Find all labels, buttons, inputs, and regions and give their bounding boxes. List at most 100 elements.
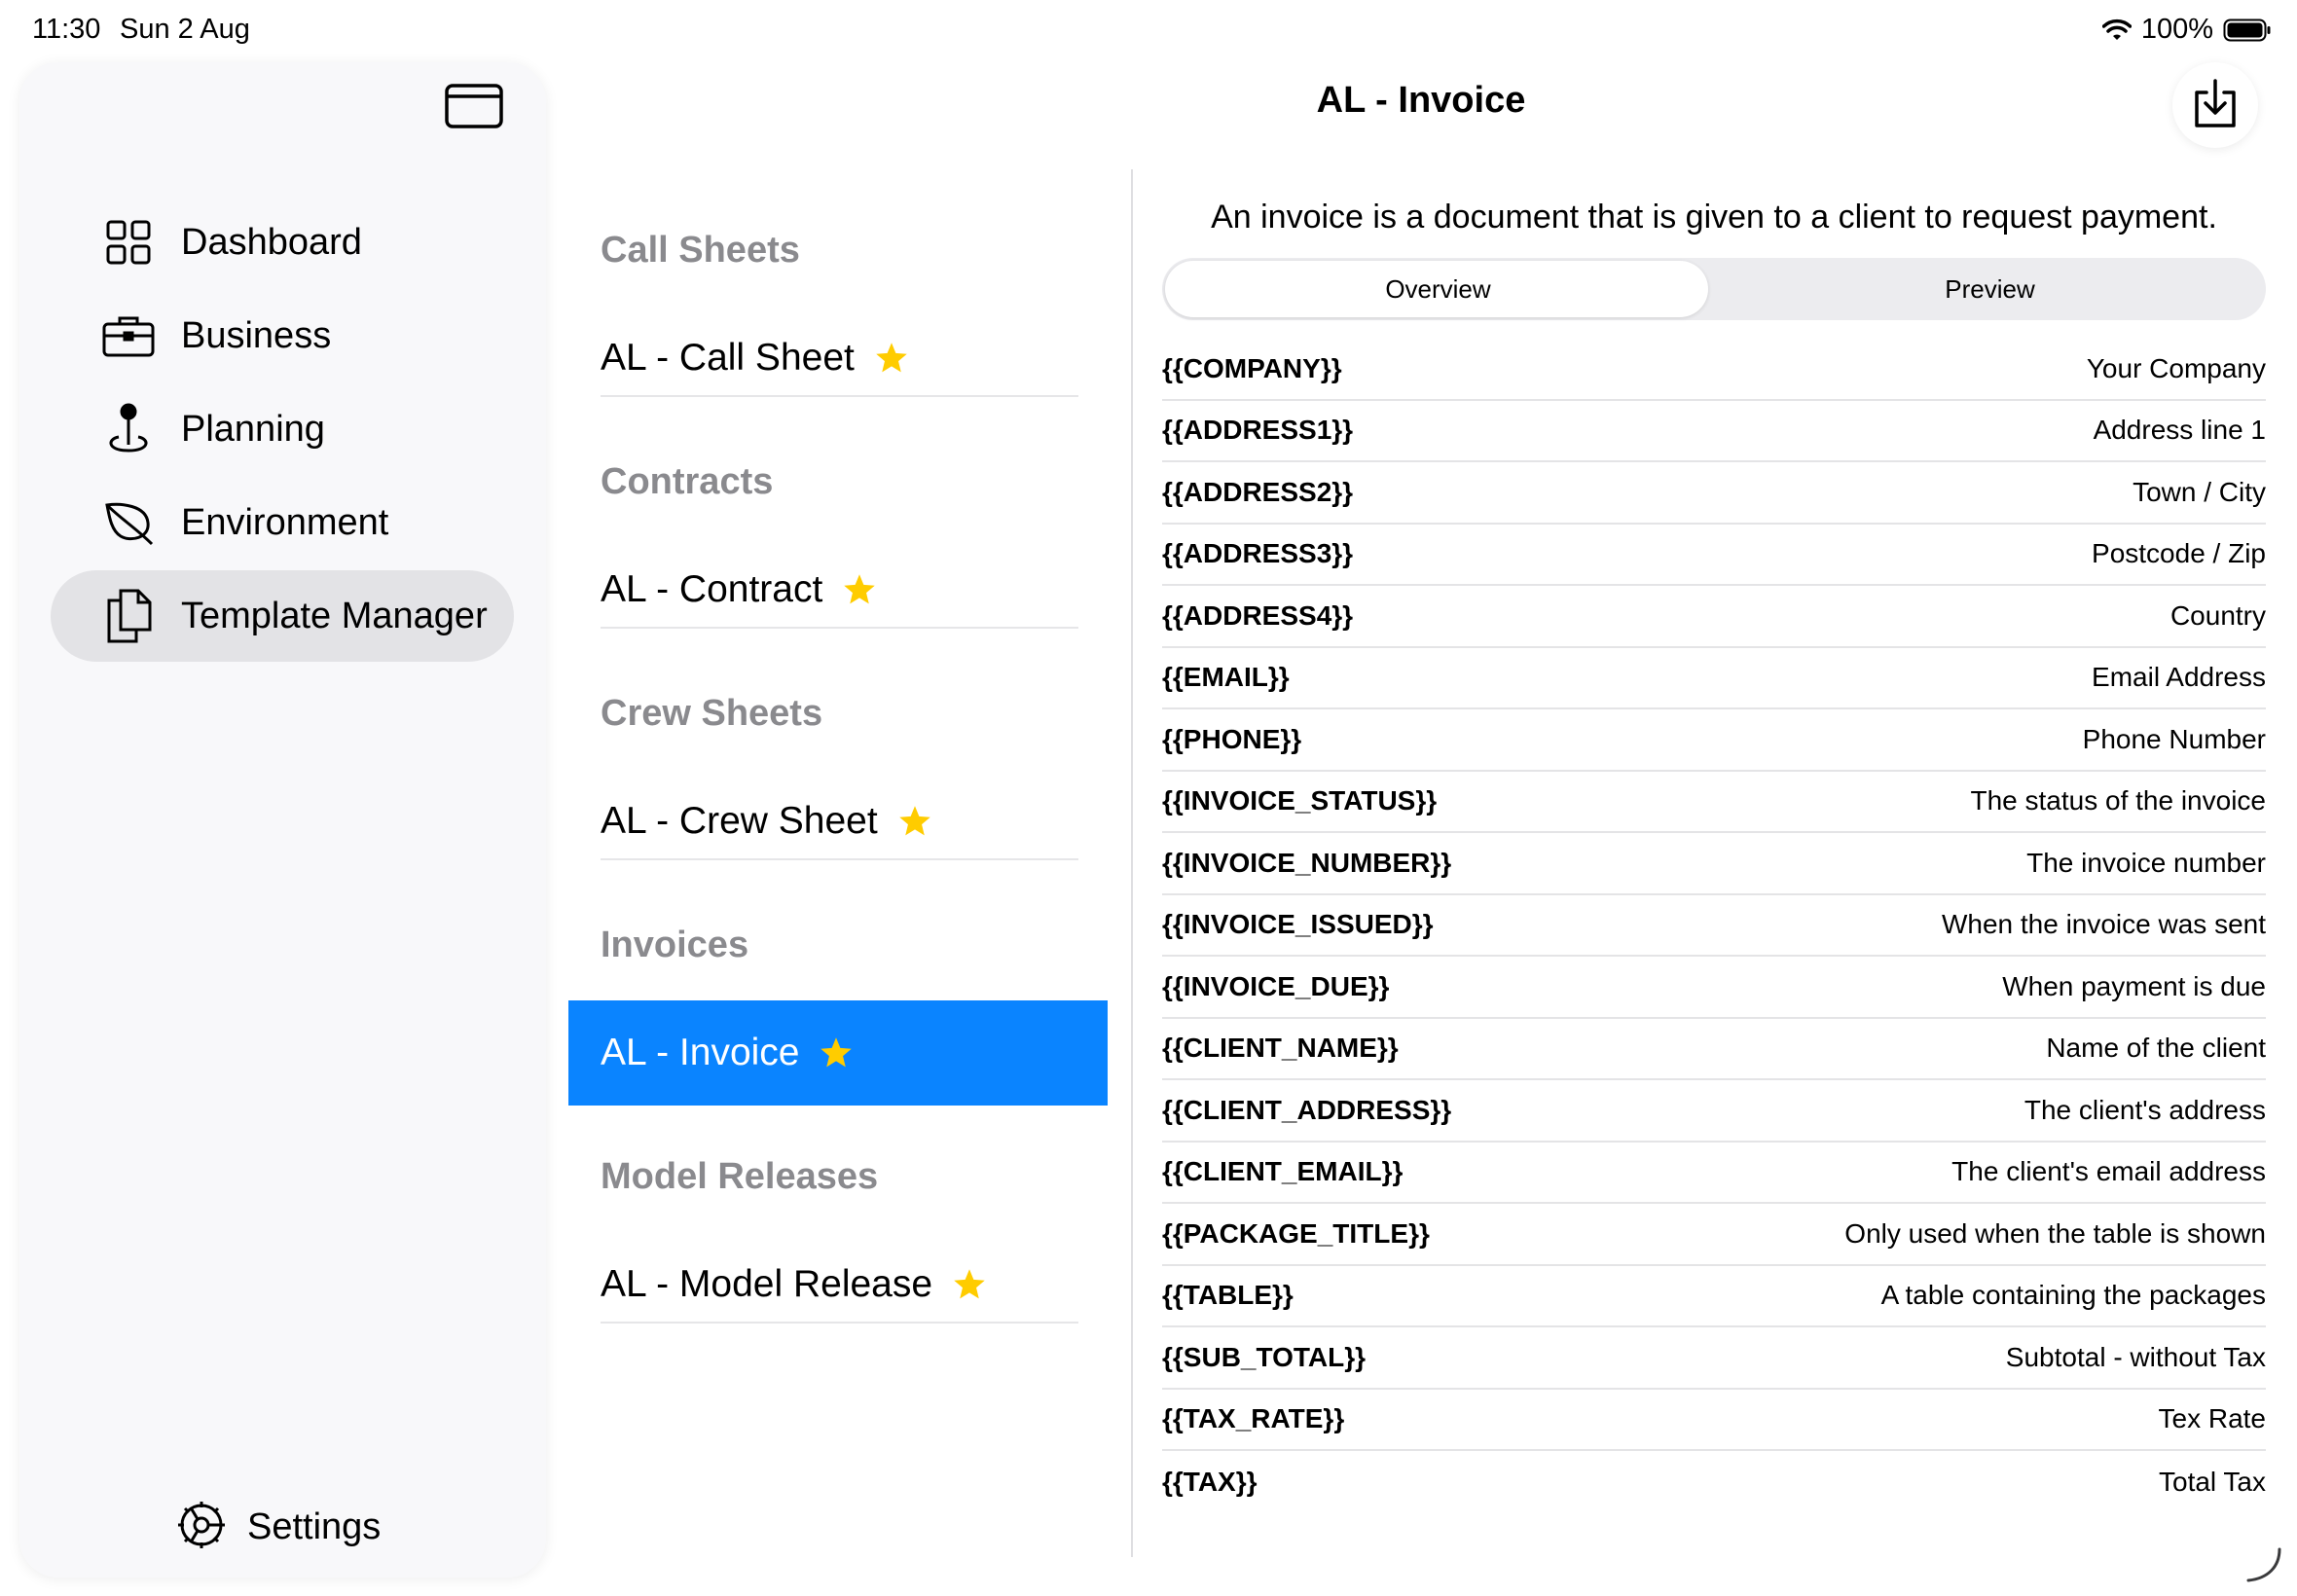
divider: [601, 627, 1078, 629]
sidebar-item-business[interactable]: Business: [51, 290, 514, 381]
sidebar-item-label: Planning: [181, 408, 325, 450]
resize-handle-icon[interactable]: [2244, 1545, 2283, 1584]
template-name: AL - Crew Sheet: [601, 800, 878, 842]
variable-key: {{CLIENT_ADDRESS}}: [1162, 1094, 1452, 1125]
variable-key: {{PACKAGE_TITLE}}: [1162, 1217, 1430, 1249]
divider: [601, 858, 1078, 860]
variable-key: {{INVOICE_NUMBER}}: [1162, 847, 1452, 878]
section-title: Call Sheets: [601, 230, 800, 271]
battery-icon: [2223, 18, 2272, 42]
table-row: {{ADDRESS2}} Town / City: [1162, 462, 2266, 525]
app-window: 11:30 Sun 2 Aug 100% Dashboard Business …: [0, 0, 2297, 1596]
template-name: AL - Model Release: [601, 1263, 933, 1305]
variables-table: {{COMPANY}} Your Company {{ADDRESS1}} Addre…: [1162, 339, 2266, 1513]
tab-overview[interactable]: Overview: [1162, 258, 1714, 320]
sidebar-item-environment[interactable]: Environment: [51, 477, 514, 568]
variable-description: Subtotal - without Tax: [2005, 1341, 2266, 1372]
variable-description: The invoice number: [2026, 847, 2266, 878]
variable-key: {{INVOICE_ISSUED}}: [1162, 909, 1434, 940]
star-icon: [820, 1037, 853, 1068]
sidebar-item-dashboard[interactable]: Dashboard: [51, 197, 514, 288]
section-title: Crew Sheets: [601, 693, 823, 734]
table-row: {{COMPANY}} Your Company: [1162, 339, 2266, 401]
table-row: {{ADDRESS3}} Postcode / Zip: [1162, 525, 2266, 586]
column-divider: [1131, 169, 1133, 1557]
template-section: Contracts AL - Contract: [568, 426, 1108, 658]
divider: [601, 1322, 1078, 1324]
gear-icon: [175, 1499, 228, 1556]
download-icon: [2191, 77, 2240, 134]
sidebar-item-planning[interactable]: Planning: [51, 383, 514, 475]
variable-description: Postcode / Zip: [2092, 538, 2266, 569]
sidebar-item-label: Dashboard: [181, 221, 362, 263]
documents-icon: [101, 589, 156, 643]
variable-description: Only used when the table is shown: [1844, 1217, 2266, 1249]
status-date: Sun 2 Aug: [120, 14, 250, 45]
variable-key: {{ADDRESS2}}: [1162, 476, 1354, 507]
briefcase-icon: [101, 308, 156, 363]
star-icon: [876, 343, 907, 373]
template-description: An invoice is a document that is given t…: [1211, 199, 2217, 236]
template-section: Crew Sheets AL - Crew Sheet: [568, 658, 1108, 889]
status-indicators: 100%: [2101, 14, 2272, 46]
table-row: {{TAX_RATE}} Tex Rate: [1162, 1390, 2266, 1451]
settings-label: Settings: [247, 1506, 382, 1547]
table-row: {{PHONE}} Phone Number: [1162, 709, 2266, 772]
variable-description: Email Address: [2092, 662, 2266, 693]
template-name: AL - Invoice: [601, 1032, 800, 1073]
status-time: 11:30: [32, 14, 101, 45]
table-row: {{INVOICE_NUMBER}} The invoice number: [1162, 833, 2266, 895]
sidebar-item-label: Environment: [181, 501, 389, 543]
variable-key: {{TAX}}: [1162, 1466, 1258, 1497]
location-pin-icon: [101, 402, 156, 456]
table-row: {{CLIENT_NAME}} Name of the client: [1162, 1019, 2266, 1080]
template-detail: An invoice is a document that is given t…: [1162, 169, 2266, 1513]
section-title: Invoices: [601, 925, 749, 965]
variable-description: When the invoice was sent: [1941, 909, 2266, 940]
variable-description: The client's email address: [1951, 1156, 2266, 1187]
table-row: {{INVOICE_ISSUED}} When the invoice was s…: [1162, 895, 2266, 957]
divider: [601, 395, 1078, 397]
template-name: AL - Call Sheet: [601, 337, 855, 379]
settings-button[interactable]: Settings: [175, 1499, 381, 1556]
table-row: {{TABLE}} A table containing the packages: [1162, 1266, 2266, 1327]
variable-description: The client's address: [2024, 1094, 2266, 1125]
wifi-icon: [2101, 18, 2132, 42]
variable-key: {{ADDRESS3}}: [1162, 538, 1354, 569]
sidebar-item-template-manager[interactable]: Template Manager: [51, 570, 514, 662]
table-row: {{PACKAGE_TITLE}} Only used when the tabl…: [1162, 1204, 2266, 1266]
section-title: Model Releases: [601, 1156, 879, 1197]
page-title: AL - Invoice: [1316, 80, 1526, 121]
template-section: Call Sheets AL - Call Sheet: [568, 195, 1108, 426]
variable-key: {{CLIENT_NAME}}: [1162, 1033, 1399, 1064]
table-row: {{CLIENT_EMAIL}} The client's email addre…: [1162, 1143, 2266, 1204]
variable-key: {{EMAIL}}: [1162, 662, 1290, 693]
section-title: Contracts: [601, 461, 774, 502]
view-segmented-control: Overview Preview: [1162, 258, 2266, 320]
variable-description: When payment is due: [2002, 970, 2266, 1001]
leaf-icon: [101, 495, 156, 550]
variable-key: {{ADDRESS1}}: [1162, 415, 1354, 446]
sidebar-nav: Dashboard Business Planning Environment …: [51, 197, 514, 664]
table-row: {{EMAIL}} Email Address: [1162, 648, 2266, 709]
variable-description: Town / City: [2133, 476, 2266, 507]
sidebar-toggle-icon[interactable]: [444, 82, 508, 134]
variable-description: Address line 1: [2093, 415, 2266, 446]
variable-key: {{CLIENT_EMAIL}}: [1162, 1156, 1404, 1187]
variable-description: The status of the invoice: [1970, 785, 2266, 816]
table-row: {{SUB_TOTAL}} Subtotal - without Tax: [1162, 1327, 2266, 1390]
tab-preview[interactable]: Preview: [1714, 258, 2266, 320]
variable-key: {{COMPANY}}: [1162, 352, 1342, 383]
variable-key: {{TABLE}}: [1162, 1280, 1294, 1311]
table-row: {{CLIENT_ADDRESS}} The client's address: [1162, 1080, 2266, 1143]
template-section: Model Releases AL - Model Release: [568, 1121, 1108, 1353]
variable-key: {{ADDRESS4}}: [1162, 599, 1354, 631]
sidebar: Dashboard Business Planning Environment …: [19, 62, 546, 1578]
templates-list: Call Sheets AL - Call Sheet Contracts AL…: [568, 195, 1108, 1353]
template-row-selected[interactable]: AL - Invoice: [568, 1000, 1108, 1106]
variable-description: A table containing the packages: [1880, 1280, 2266, 1311]
export-button[interactable]: [2172, 62, 2258, 148]
template-section: Invoices AL - Invoice: [568, 889, 1108, 1121]
table-row: {{INVOICE_STATUS}} The status of the invo…: [1162, 772, 2266, 833]
variable-description: Country: [2169, 599, 2266, 631]
